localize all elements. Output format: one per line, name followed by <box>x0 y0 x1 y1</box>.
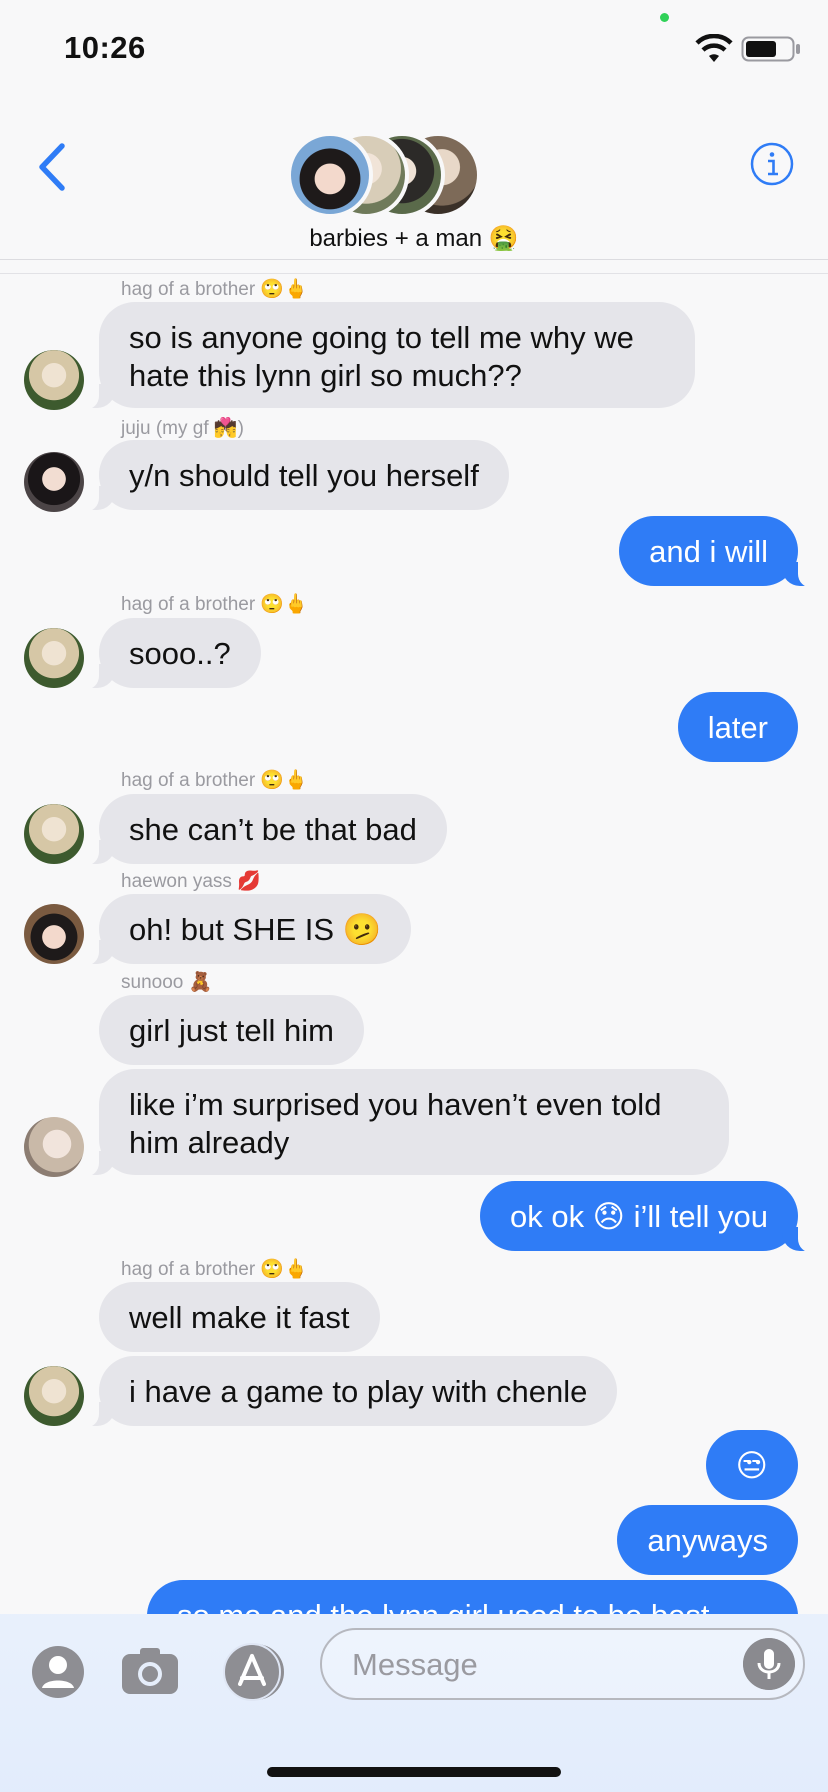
message-input[interactable] <box>352 1642 732 1688</box>
info-icon[interactable] <box>750 142 794 186</box>
message-text: him already <box>129 1125 290 1160</box>
message-bubble-incoming[interactable]: oh! but SHE IS 🫤 <box>76 894 412 966</box>
microphone-icon[interactable] <box>743 1638 795 1690</box>
sender-name: hag of a brother 🙄🖕 <box>121 594 308 615</box>
avatar[interactable] <box>24 1117 84 1177</box>
avatar[interactable] <box>24 904 84 964</box>
message-input-field[interactable] <box>320 1628 805 1700</box>
back-chevron-icon[interactable] <box>34 142 70 192</box>
app-store-icon[interactable] <box>222 1640 286 1704</box>
status-time: 10:26 <box>64 30 146 65</box>
avatar[interactable] <box>24 350 84 410</box>
avatar[interactable] <box>24 804 84 864</box>
status-bar: 10:26 <box>0 0 828 100</box>
avatar[interactable] <box>24 628 84 688</box>
message-bubble-incoming[interactable]: she can’t be that bad <box>77 794 447 866</box>
sender-name: hag of a brother 🙄🖕 <box>121 279 308 300</box>
message-bubble-outgoing[interactable]: anyways <box>617 1505 798 1575</box>
sender-name: hag of a brother 🙄🖕 <box>121 1259 308 1280</box>
message-bubble-outgoing[interactable]: 😒 <box>705 1430 798 1500</box>
message-bubble-outgoing[interactable]: ok ok 😞 i’ll tell you <box>479 1181 821 1253</box>
camera-icon[interactable] <box>118 1640 182 1704</box>
message-bubble-incoming[interactable]: so is anyone going to tell me why we hat… <box>77 302 695 410</box>
message-text: so is anyone going to tell me why we <box>129 320 634 355</box>
message-text: hate this lynn girl so much?? <box>129 358 522 393</box>
battery-icon <box>741 36 800 62</box>
camera-indicator-dot <box>660 13 669 22</box>
sender-name: juju (my gf 💏) <box>121 418 244 439</box>
person-icon[interactable] <box>26 1640 90 1704</box>
sender-name: haewon yass 💋 <box>121 871 261 892</box>
avatar[interactable] <box>24 1366 84 1426</box>
message-bubble-outgoing[interactable]: later <box>677 692 798 762</box>
message-bubble-outgoing[interactable]: so me and the lynn girl used to be best <box>147 1580 798 1614</box>
group-avatar-1 <box>287 132 373 218</box>
compose-bar <box>0 1614 828 1792</box>
message-bubble-incoming[interactable]: sooo..? <box>77 618 261 690</box>
avatar[interactable] <box>24 452 84 512</box>
group-title[interactable]: barbies + a man 🤮 <box>0 224 828 253</box>
group-avatars[interactable] <box>287 132 481 220</box>
conversation-header: barbies + a man 🤮 <box>0 100 828 260</box>
message-bubble-incoming[interactable]: i have a game to play with chenle <box>76 1356 618 1428</box>
message-bubble-incoming[interactable]: like i’m surprised you haven’t even told… <box>77 1069 729 1177</box>
wifi-icon <box>695 34 733 62</box>
sender-name: hag of a brother 🙄🖕 <box>121 770 308 791</box>
home-indicator[interactable] <box>267 1767 561 1777</box>
message-bubble-incoming[interactable]: well make it fast <box>99 1282 380 1352</box>
message-bubble-incoming[interactable]: y/n should tell you herself <box>77 440 509 512</box>
message-bubble-incoming[interactable]: girl just tell him <box>99 995 364 1065</box>
message-list[interactable]: hag of a brother 🙄🖕 so is anyone going t… <box>0 262 828 1614</box>
sender-name: sunooo 🧸 <box>121 972 213 993</box>
message-bubble-outgoing[interactable]: and i will <box>619 516 820 588</box>
message-text: like i’m surprised you haven’t even told <box>129 1087 662 1122</box>
